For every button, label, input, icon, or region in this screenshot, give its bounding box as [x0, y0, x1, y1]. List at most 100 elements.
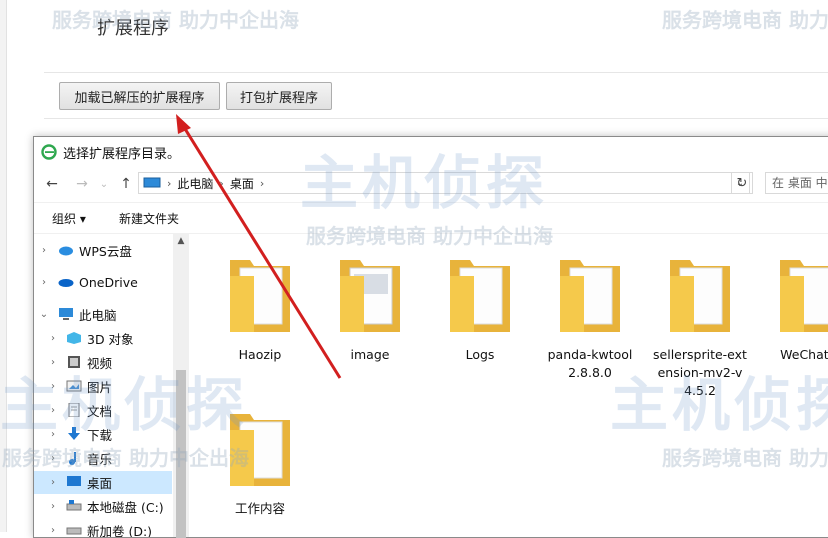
folder-item[interactable]: WeChat F: [760, 252, 828, 364]
page-title: 扩展程序: [97, 18, 169, 39]
breadcrumb-separator: ›: [259, 176, 265, 190]
sidebar-item-label: 图片: [87, 380, 113, 395]
expand-arrow-icon[interactable]: ›: [39, 277, 49, 288]
file-list: Haozip image Logs panda-kwtool 2.8.8.0 s…: [190, 234, 828, 537]
sidebar-item-label: 桌面: [87, 476, 113, 491]
forward-arrow-icon[interactable]: →: [72, 174, 92, 194]
collapse-arrow-icon[interactable]: ⌄: [39, 309, 49, 320]
load-unpacked-button[interactable]: 加载已解压的扩展程序: [59, 82, 220, 110]
back-arrow-icon[interactable]: ←: [42, 174, 62, 194]
expand-arrow-icon[interactable]: ›: [48, 405, 58, 416]
file-name: panda-kwtool 2.8.8.0: [547, 347, 633, 380]
scroll-up-icon[interactable]: ▲: [173, 236, 189, 250]
file-name: Logs: [465, 347, 495, 362]
organize-menu[interactable]: 组织 ▾: [52, 210, 86, 227]
drive-icon: [66, 500, 82, 511]
folder-icon: [230, 260, 290, 332]
expand-arrow-icon[interactable]: ›: [48, 501, 58, 512]
ie-icon: [41, 144, 57, 160]
dialog-titlebar[interactable]: 选择扩展程序目录。: [34, 137, 828, 167]
sidebar-item-documents[interactable]: › 文档: [34, 399, 172, 422]
folder-icon: [230, 414, 290, 486]
folder-item[interactable]: panda-kwtool 2.8.8.0: [540, 252, 640, 382]
divider: [44, 118, 828, 119]
sidebar-item-label: WPS云盘: [79, 244, 132, 259]
video-icon: [68, 356, 80, 368]
new-folder-button[interactable]: 新建文件夹: [119, 210, 179, 227]
sidebar-item-downloads[interactable]: › 下载: [34, 423, 172, 446]
sidebar-item-drive-d[interactable]: › 新加卷 (D:): [34, 519, 172, 537]
divider: [44, 72, 828, 73]
up-arrow-icon[interactable]: ↑: [116, 174, 136, 194]
folder-item[interactable]: image: [320, 252, 420, 364]
file-name: 工作内容: [234, 501, 285, 516]
sidebar-item-label: 新加卷 (D:): [87, 524, 153, 537]
sidebar-item-label: 此电脑: [79, 308, 117, 323]
sidebar-item-label: 文档: [87, 404, 113, 419]
sidebar-item-3d-objects[interactable]: › 3D 对象: [34, 327, 172, 350]
desktop-icon: [67, 476, 81, 486]
folder-item[interactable]: Logs: [430, 252, 530, 364]
breadcrumb-separator: ›: [167, 176, 172, 190]
dialog-title: 选择扩展程序目录。: [63, 146, 181, 162]
3d-objects-icon: [67, 332, 81, 344]
scrollbar-thumb[interactable]: [176, 370, 186, 538]
file-name: sellersprite-ext ension-mv2-v 4.5.2: [653, 347, 747, 398]
sidebar-item-this-pc[interactable]: ⌄ 此电脑: [34, 303, 172, 326]
cloud-icon: [59, 246, 73, 256]
music-icon: [69, 452, 76, 465]
sidebar-item-onedrive[interactable]: › OneDrive: [34, 271, 172, 294]
search-input[interactable]: 在 桌面 中: [765, 172, 828, 194]
breadcrumb-this-pc[interactable]: 此电脑: [177, 175, 213, 192]
expand-arrow-icon[interactable]: ›: [39, 245, 49, 256]
pack-extension-button[interactable]: 打包扩展程序: [226, 82, 332, 110]
sidebar-item-video[interactable]: › 视频: [34, 351, 172, 374]
sidebar-item-music[interactable]: › 音乐: [34, 447, 172, 470]
expand-arrow-icon[interactable]: ›: [48, 453, 58, 464]
navigation-pane: › WPS云盘 › OneDrive ⌄ 此电脑 › 3D 对象 › 视频 › …: [34, 234, 189, 537]
file-name: WeChat F: [780, 347, 828, 362]
folder-item[interactable]: Haozip: [210, 252, 310, 364]
watermark-text: 服务跨境电商 助力中企出海: [662, 8, 828, 32]
expand-arrow-icon[interactable]: ›: [48, 429, 58, 440]
pictures-icon: [66, 380, 82, 392]
sidebar-scrollbar[interactable]: ▲: [173, 234, 189, 538]
sidebar-item-label: 下载: [87, 428, 113, 443]
navigation-bar: ← → ⌄ ↑ › 此电脑 › 桌面 › ⌄ ↻ 在 桌面 中: [34, 170, 828, 198]
sidebar-item-wps-cloud[interactable]: › WPS云盘: [34, 239, 172, 262]
breadcrumb-desktop[interactable]: 桌面: [230, 175, 254, 192]
sidebar-item-label: OneDrive: [79, 275, 138, 290]
folder-item[interactable]: 工作内容: [210, 406, 310, 518]
pc-icon: [143, 177, 161, 188]
address-bar[interactable]: › 此电脑 › 桌面 › ⌄: [138, 172, 750, 194]
expand-arrow-icon[interactable]: ›: [48, 357, 58, 368]
watermark-text: 服务跨境电商 助力中企出海: [52, 8, 299, 32]
expand-arrow-icon[interactable]: ›: [48, 333, 58, 344]
breadcrumb-separator: ›: [219, 176, 224, 190]
expand-arrow-icon[interactable]: ›: [48, 525, 58, 536]
onedrive-icon: [58, 279, 74, 287]
download-icon: [68, 427, 80, 440]
drive-icon: [66, 527, 82, 535]
sidebar-item-label: 3D 对象: [87, 332, 134, 347]
sidebar-item-desktop[interactable]: › 桌面: [34, 471, 172, 494]
dialog-toolbar: 组织 ▾ 新建文件夹: [34, 202, 828, 234]
sidebar-item-pictures[interactable]: › 图片: [34, 375, 172, 398]
page-left-border: [0, 0, 7, 532]
folder-icon: [340, 260, 400, 332]
documents-icon: [68, 403, 80, 417]
folder-icon: [780, 260, 828, 332]
expand-arrow-icon[interactable]: ›: [48, 381, 58, 392]
folder-icon: [560, 260, 620, 332]
sidebar-item-drive-c[interactable]: › 本地磁盘 (C:): [34, 495, 172, 518]
expand-arrow-icon[interactable]: ›: [48, 477, 58, 488]
chevron-down-icon[interactable]: ⌄: [94, 174, 114, 194]
folder-icon: [450, 260, 510, 332]
folder-picker-dialog: 选择扩展程序目录。 ← → ⌄ ↑ › 此电脑 › 桌面 › ⌄ ↻ 在 桌面 …: [33, 136, 828, 538]
refresh-icon[interactable]: ↻: [731, 172, 753, 194]
pc-icon: [59, 308, 73, 320]
sidebar-item-label: 本地磁盘 (C:): [87, 500, 164, 515]
file-name: Haozip: [238, 347, 282, 362]
sidebar-item-label: 音乐: [87, 452, 113, 467]
folder-item[interactable]: sellersprite-ext ension-mv2-v 4.5.2: [650, 252, 750, 400]
